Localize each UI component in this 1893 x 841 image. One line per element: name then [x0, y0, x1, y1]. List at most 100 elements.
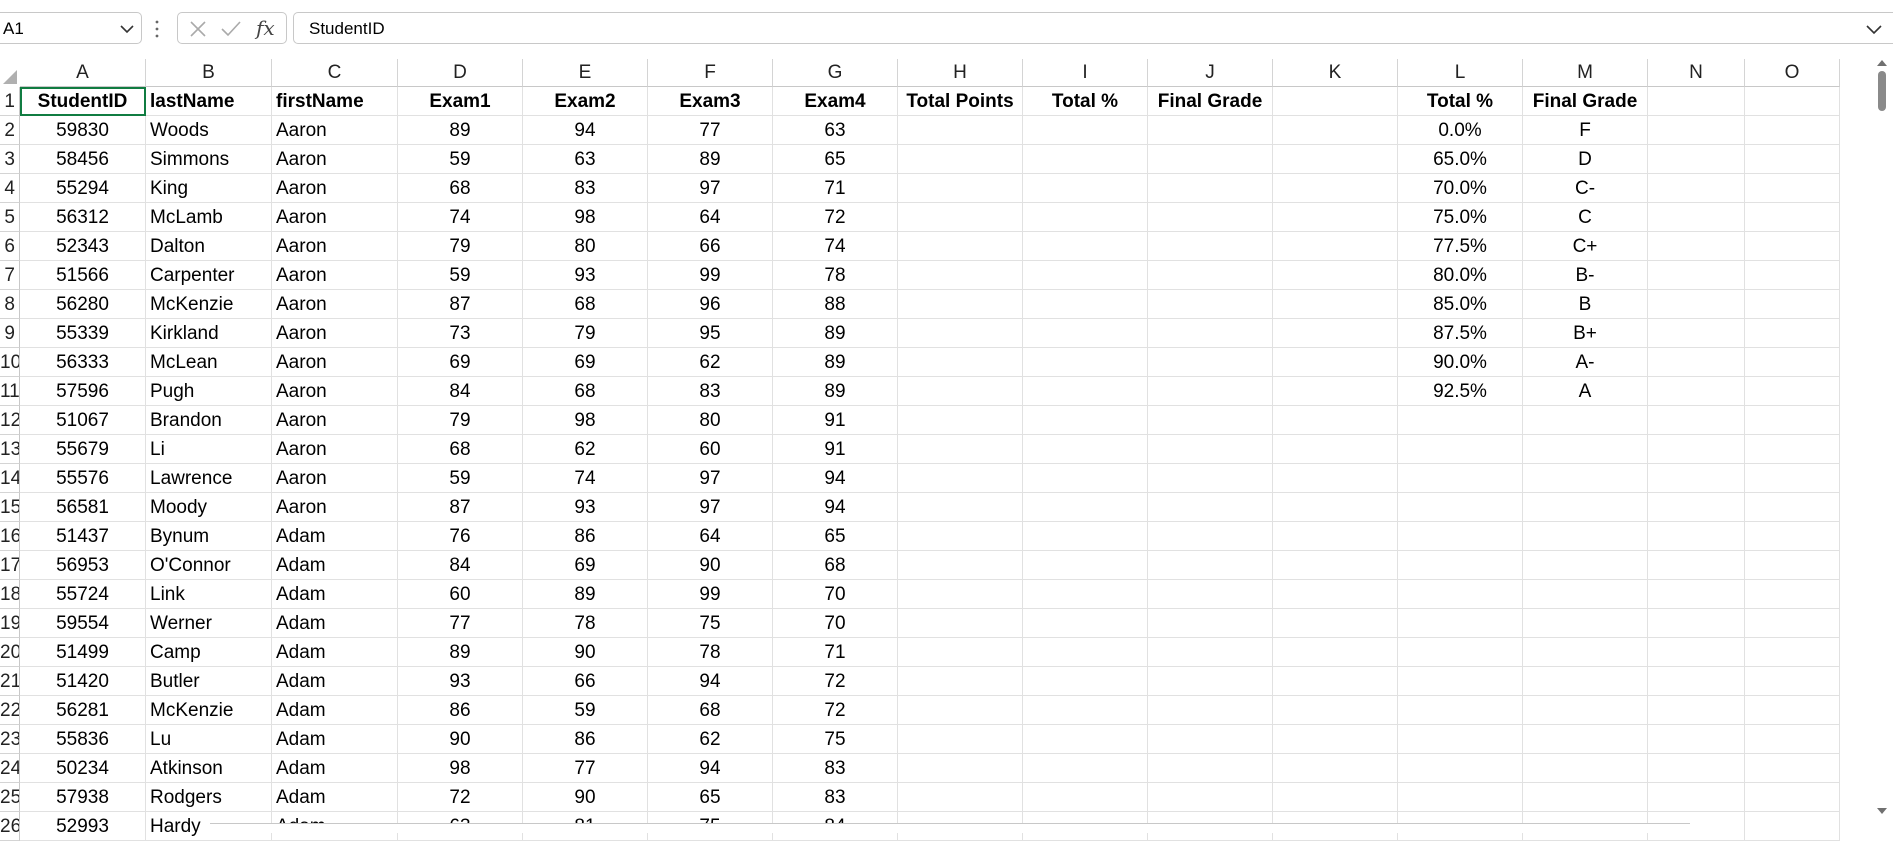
cell-k11[interactable]: [1273, 377, 1398, 406]
cell-i1[interactable]: Total %: [1023, 87, 1148, 116]
cell-e20[interactable]: 90: [523, 638, 648, 667]
cell-l22[interactable]: [1398, 696, 1523, 725]
cell-e22[interactable]: 59: [523, 696, 648, 725]
cell-a18[interactable]: 55724: [20, 580, 146, 609]
cell-l25[interactable]: [1398, 783, 1523, 812]
cell-l15[interactable]: [1398, 493, 1523, 522]
cell-h4[interactable]: [898, 174, 1023, 203]
cell-f3[interactable]: 89: [648, 145, 773, 174]
cell-f24[interactable]: 94: [648, 754, 773, 783]
cell-d14[interactable]: 59: [398, 464, 523, 493]
cell-j9[interactable]: [1148, 319, 1273, 348]
cell-m5[interactable]: C: [1523, 203, 1648, 232]
cell-m11[interactable]: A: [1523, 377, 1648, 406]
cell-m20[interactable]: [1523, 638, 1648, 667]
cell-g9[interactable]: 89: [773, 319, 898, 348]
cell-m15[interactable]: [1523, 493, 1648, 522]
cell-n6[interactable]: [1648, 232, 1745, 261]
column-header-l[interactable]: L: [1398, 59, 1523, 87]
cell-k15[interactable]: [1273, 493, 1398, 522]
cell-e17[interactable]: 69: [523, 551, 648, 580]
cell-j21[interactable]: [1148, 667, 1273, 696]
cell-e8[interactable]: 68: [523, 290, 648, 319]
cell-i19[interactable]: [1023, 609, 1148, 638]
cell-j12[interactable]: [1148, 406, 1273, 435]
cell-b18[interactable]: Link: [146, 580, 272, 609]
cell-c8[interactable]: Aaron: [272, 290, 398, 319]
cell-e11[interactable]: 68: [523, 377, 648, 406]
cell-i4[interactable]: [1023, 174, 1148, 203]
cell-g18[interactable]: 70: [773, 580, 898, 609]
cell-m9[interactable]: B+: [1523, 319, 1648, 348]
row-header-8[interactable]: 8: [0, 290, 20, 319]
cell-k10[interactable]: [1273, 348, 1398, 377]
row-header-22[interactable]: 22: [0, 696, 20, 725]
cell-c20[interactable]: Adam: [272, 638, 398, 667]
cell-n11[interactable]: [1648, 377, 1745, 406]
cell-g25[interactable]: 83: [773, 783, 898, 812]
row-header-23[interactable]: 23: [0, 725, 20, 754]
cell-c19[interactable]: Adam: [272, 609, 398, 638]
cell-n2[interactable]: [1648, 116, 1745, 145]
cell-k9[interactable]: [1273, 319, 1398, 348]
column-header-b[interactable]: B: [146, 59, 272, 87]
cell-j25[interactable]: [1148, 783, 1273, 812]
cell-h17[interactable]: [898, 551, 1023, 580]
cell-i16[interactable]: [1023, 522, 1148, 551]
cell-f8[interactable]: 96: [648, 290, 773, 319]
cell-g5[interactable]: 72: [773, 203, 898, 232]
cell-f1[interactable]: Exam3: [648, 87, 773, 116]
cell-d13[interactable]: 68: [398, 435, 523, 464]
column-header-a[interactable]: A: [20, 59, 146, 87]
cell-k17[interactable]: [1273, 551, 1398, 580]
cell-b8[interactable]: McKenzie: [146, 290, 272, 319]
cell-b3[interactable]: Simmons: [146, 145, 272, 174]
cell-e2[interactable]: 94: [523, 116, 648, 145]
cell-c2[interactable]: Aaron: [272, 116, 398, 145]
cell-h9[interactable]: [898, 319, 1023, 348]
cell-d11[interactable]: 84: [398, 377, 523, 406]
cell-e10[interactable]: 69: [523, 348, 648, 377]
cell-e12[interactable]: 98: [523, 406, 648, 435]
cell-b20[interactable]: Camp: [146, 638, 272, 667]
cell-o25[interactable]: [1745, 783, 1840, 812]
cell-a22[interactable]: 56281: [20, 696, 146, 725]
cell-h23[interactable]: [898, 725, 1023, 754]
cell-l9[interactable]: 87.5%: [1398, 319, 1523, 348]
cell-l4[interactable]: 70.0%: [1398, 174, 1523, 203]
cell-f20[interactable]: 78: [648, 638, 773, 667]
cell-a26[interactable]: 52993: [20, 812, 146, 841]
cell-n13[interactable]: [1648, 435, 1745, 464]
row-header-5[interactable]: 5: [0, 203, 20, 232]
cell-n12[interactable]: [1648, 406, 1745, 435]
cell-h20[interactable]: [898, 638, 1023, 667]
cell-j11[interactable]: [1148, 377, 1273, 406]
cell-d12[interactable]: 79: [398, 406, 523, 435]
cell-i12[interactable]: [1023, 406, 1148, 435]
cell-n20[interactable]: [1648, 638, 1745, 667]
row-header-17[interactable]: 17: [0, 551, 20, 580]
cell-n16[interactable]: [1648, 522, 1745, 551]
cell-c11[interactable]: Aaron: [272, 377, 398, 406]
cell-d20[interactable]: 89: [398, 638, 523, 667]
cell-a12[interactable]: 51067: [20, 406, 146, 435]
cell-c3[interactable]: Aaron: [272, 145, 398, 174]
cell-l24[interactable]: [1398, 754, 1523, 783]
column-header-n[interactable]: N: [1648, 59, 1745, 87]
cell-a19[interactable]: 59554: [20, 609, 146, 638]
cell-f22[interactable]: 68: [648, 696, 773, 725]
cell-i14[interactable]: [1023, 464, 1148, 493]
cell-o6[interactable]: [1745, 232, 1840, 261]
cell-i25[interactable]: [1023, 783, 1148, 812]
cell-h5[interactable]: [898, 203, 1023, 232]
cell-o13[interactable]: [1745, 435, 1840, 464]
cell-j3[interactable]: [1148, 145, 1273, 174]
cell-f23[interactable]: 62: [648, 725, 773, 754]
cell-n23[interactable]: [1648, 725, 1745, 754]
cell-l2[interactable]: 0.0%: [1398, 116, 1523, 145]
insert-function-icon[interactable]: fx: [256, 16, 275, 40]
cell-c12[interactable]: Aaron: [272, 406, 398, 435]
cell-j23[interactable]: [1148, 725, 1273, 754]
cell-o23[interactable]: [1745, 725, 1840, 754]
cell-k7[interactable]: [1273, 261, 1398, 290]
